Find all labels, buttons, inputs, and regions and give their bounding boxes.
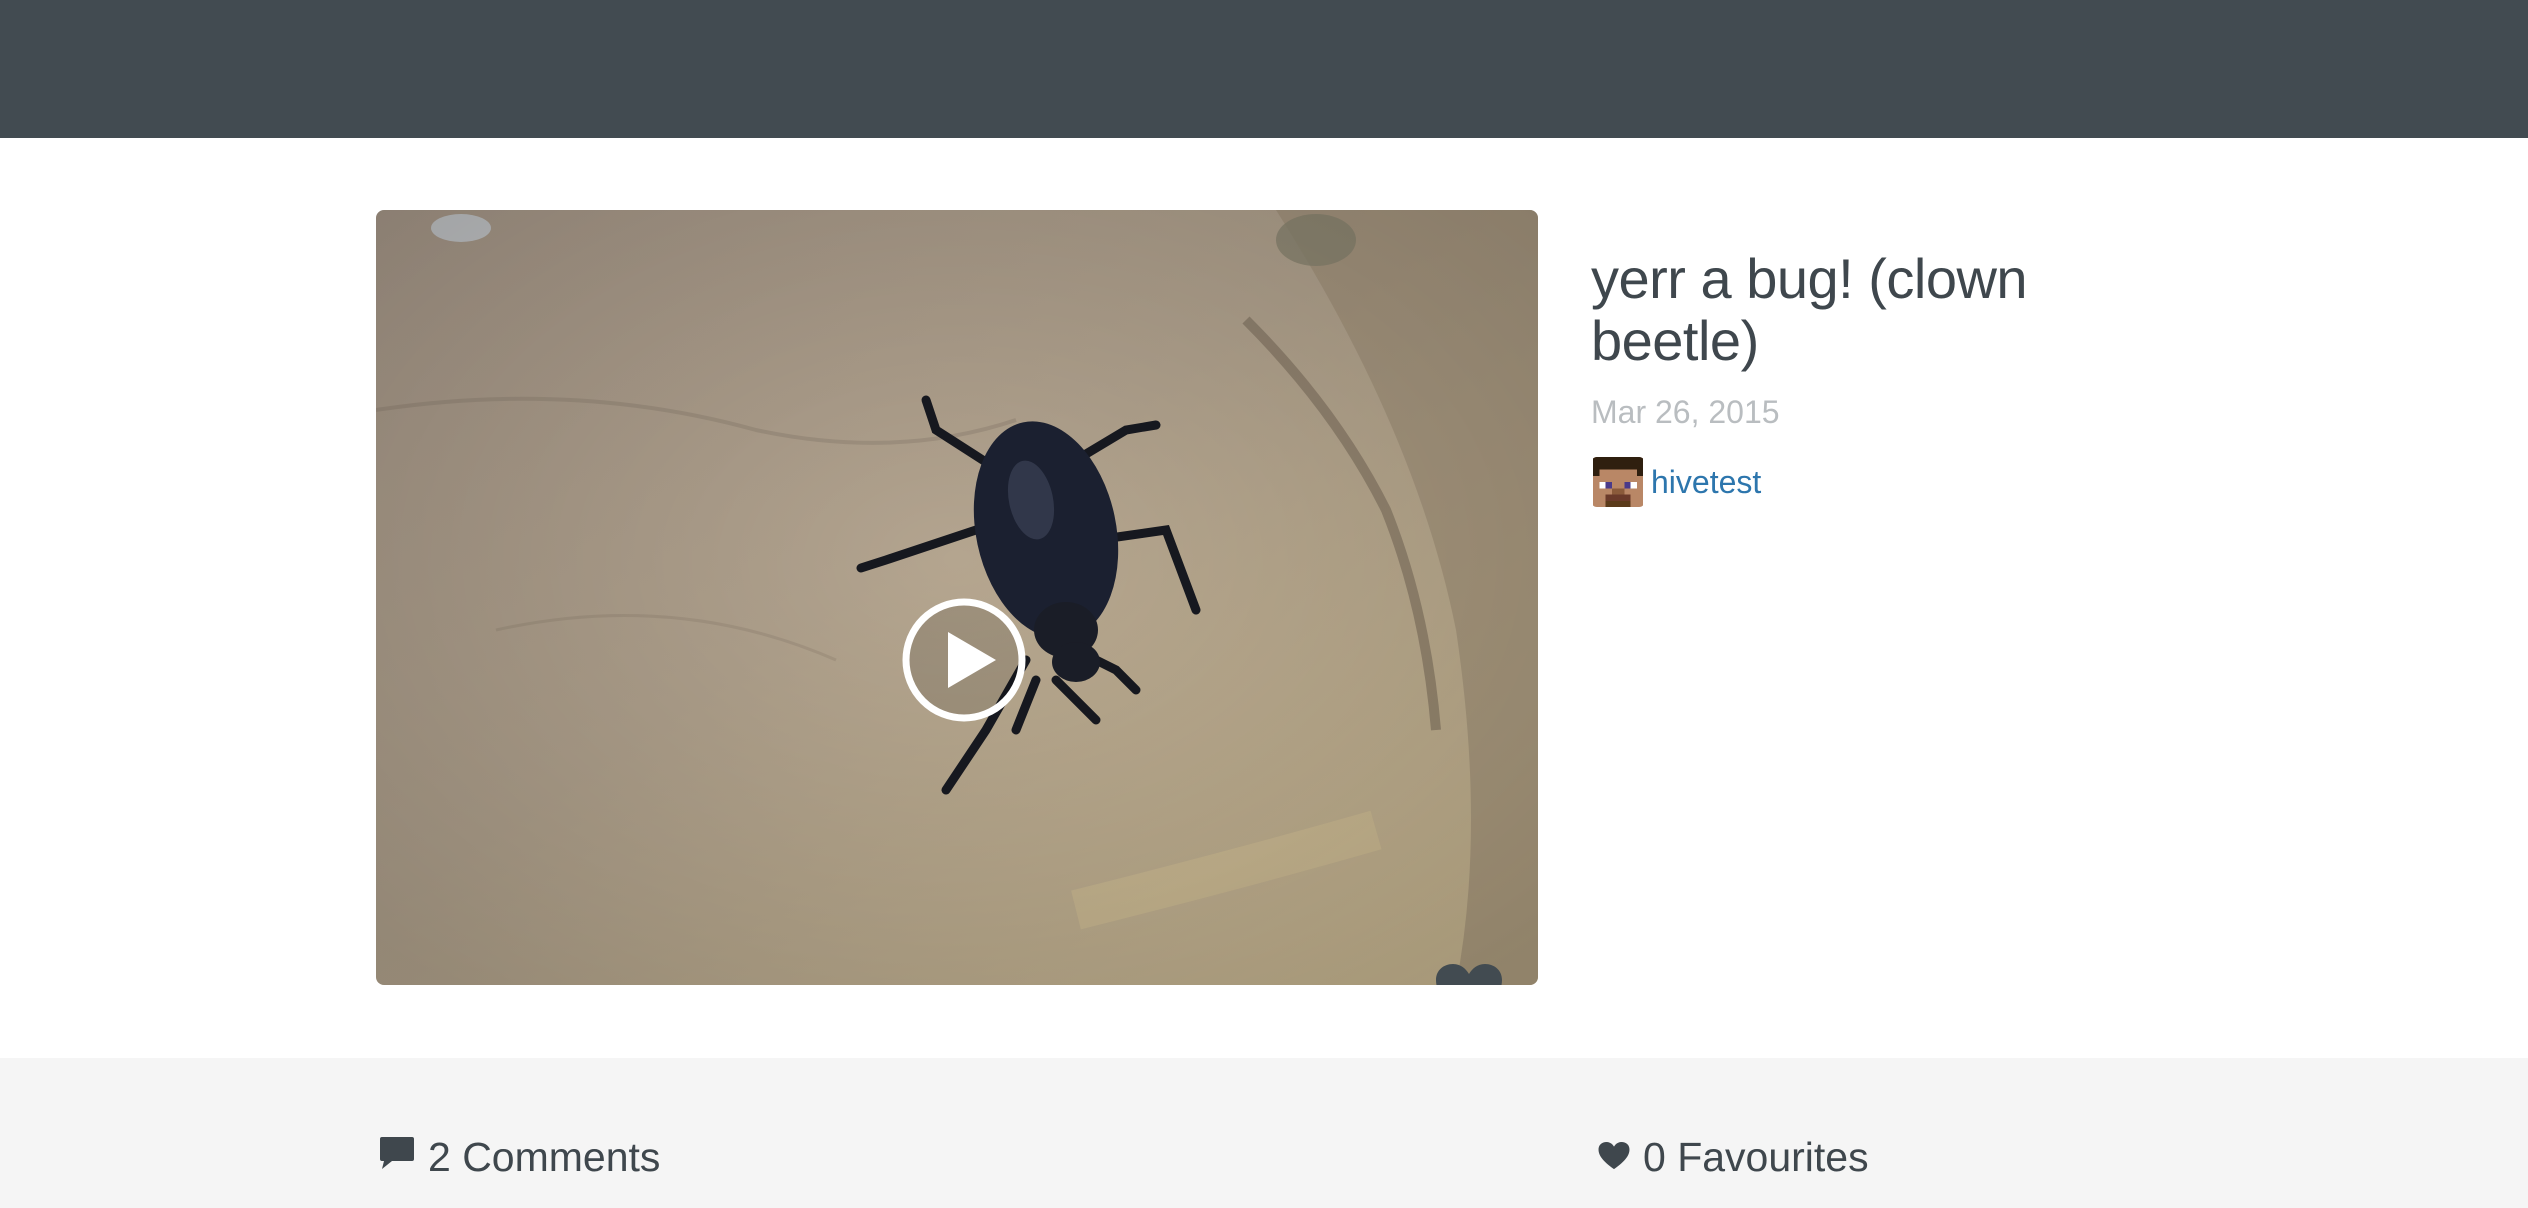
comments-count: 2 Comments	[428, 1134, 661, 1180]
video-player[interactable]	[376, 210, 1538, 985]
speech-bubble-icon	[378, 1134, 416, 1181]
comments-tab[interactable]: 2 Comments	[378, 1134, 660, 1181]
favourites-count: 0 Favourites	[1643, 1134, 1869, 1180]
favourite-overlay-button[interactable]	[1434, 962, 1504, 985]
top-nav-bar	[0, 0, 2528, 138]
engagement-bar: 2 Comments 0 Favourites	[0, 1058, 2528, 1208]
post-info: yerr a bug! (clown beetle) Mar 26, 2015	[1591, 248, 2111, 507]
play-button[interactable]	[900, 596, 1028, 724]
author-link[interactable]: hivetest	[1651, 464, 1761, 501]
author-row: hivetest	[1591, 457, 2111, 507]
avatar[interactable]	[1591, 457, 1645, 507]
heart-icon	[1436, 964, 1502, 985]
favourites-tab[interactable]: 0 Favourites	[1597, 1134, 1869, 1181]
post-date: Mar 26, 2015	[1591, 394, 1780, 430]
post-title: yerr a bug! (clown beetle)	[1591, 247, 2028, 372]
post-section: yerr a bug! (clown beetle) Mar 26, 2015	[0, 138, 2528, 1058]
play-circle-icon	[902, 598, 1026, 722]
heart-icon	[1597, 1134, 1631, 1181]
